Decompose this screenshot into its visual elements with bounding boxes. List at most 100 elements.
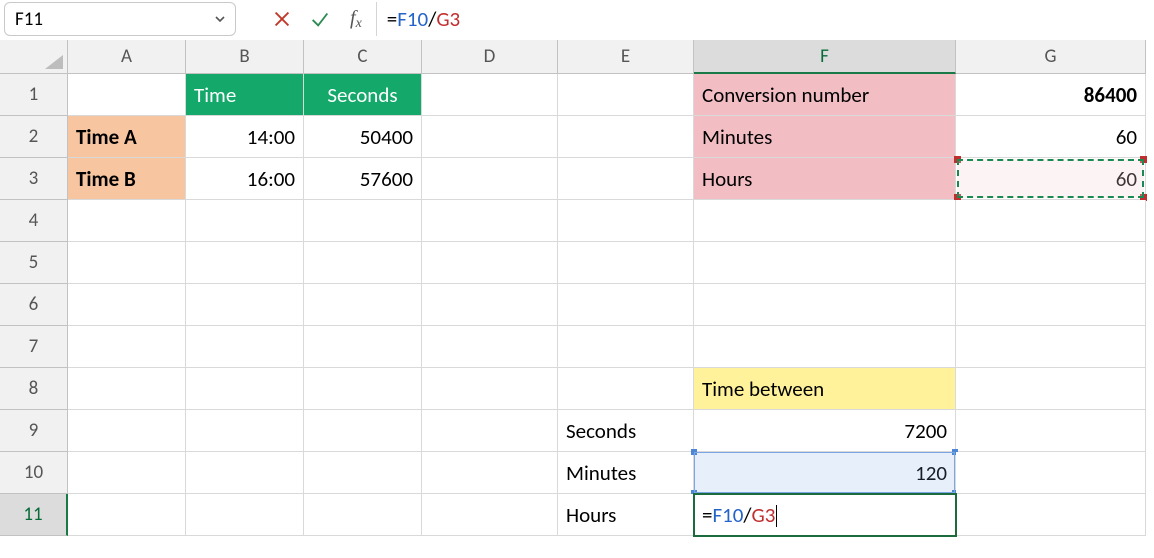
cell-f2[interactable]: Minutes xyxy=(694,116,956,158)
cell-d11[interactable] xyxy=(422,494,558,536)
cell-f6[interactable] xyxy=(694,284,956,326)
cell-a4[interactable] xyxy=(68,200,186,242)
cell-e6[interactable] xyxy=(558,284,694,326)
cell-b11[interactable] xyxy=(186,494,304,536)
cell-g5[interactable] xyxy=(956,242,1146,284)
cell-g7[interactable] xyxy=(956,326,1146,368)
cell-e4[interactable] xyxy=(558,200,694,242)
cell-c8[interactable] xyxy=(304,368,422,410)
cell-g8[interactable] xyxy=(956,368,1146,410)
formula-input[interactable]: =F10/G3 xyxy=(376,2,1150,36)
cell-d3[interactable] xyxy=(422,158,558,200)
cell-f5[interactable] xyxy=(694,242,956,284)
cell-d9[interactable] xyxy=(422,410,558,452)
cell-b4[interactable] xyxy=(186,200,304,242)
select-all-corner[interactable] xyxy=(0,40,68,74)
cell-a5[interactable] xyxy=(68,242,186,284)
cell-e10[interactable]: Minutes xyxy=(558,452,694,494)
col-header-f[interactable]: F xyxy=(694,40,956,74)
cell-c1[interactable]: Seconds xyxy=(304,74,422,116)
cell-d10[interactable] xyxy=(422,452,558,494)
cell-a7[interactable] xyxy=(68,326,186,368)
cell-g1[interactable]: 86400 xyxy=(956,74,1146,116)
cell-e3[interactable] xyxy=(558,158,694,200)
row-header-2[interactable]: 2 xyxy=(0,116,68,158)
cell-g6[interactable] xyxy=(956,284,1146,326)
cell-d8[interactable] xyxy=(422,368,558,410)
spreadsheet-grid[interactable]: A B C D E F G 1 Time Seconds Conversion … xyxy=(0,40,1154,536)
cell-c6[interactable] xyxy=(304,284,422,326)
fx-icon[interactable]: fx xyxy=(342,7,370,32)
cell-c9[interactable] xyxy=(304,410,422,452)
cell-f4[interactable] xyxy=(694,200,956,242)
col-header-b[interactable]: B xyxy=(186,40,304,74)
cell-g2[interactable]: 60 xyxy=(956,116,1146,158)
cell-b7[interactable] xyxy=(186,326,304,368)
row-header-7[interactable]: 7 xyxy=(0,326,68,368)
col-header-a[interactable]: A xyxy=(68,40,186,74)
cell-b6[interactable] xyxy=(186,284,304,326)
cell-a1[interactable] xyxy=(68,74,186,116)
cell-c3[interactable]: 57600 xyxy=(304,158,422,200)
cell-c4[interactable] xyxy=(304,200,422,242)
row-header-6[interactable]: 6 xyxy=(0,284,68,326)
cell-e1[interactable] xyxy=(558,74,694,116)
cell-a9[interactable] xyxy=(68,410,186,452)
cell-a8[interactable] xyxy=(68,368,186,410)
cell-f1[interactable]: Conversion number xyxy=(694,74,956,116)
row-header-1[interactable]: 1 xyxy=(0,74,68,116)
cell-b9[interactable] xyxy=(186,410,304,452)
cell-a10[interactable] xyxy=(68,452,186,494)
row-header-3[interactable]: 3 xyxy=(0,158,68,200)
cell-e7[interactable] xyxy=(558,326,694,368)
cell-b5[interactable] xyxy=(186,242,304,284)
row-header-11[interactable]: 11 xyxy=(0,494,68,536)
cell-c7[interactable] xyxy=(304,326,422,368)
cell-b8[interactable] xyxy=(186,368,304,410)
cell-a6[interactable] xyxy=(68,284,186,326)
cell-f10[interactable]: 120 xyxy=(694,452,956,494)
cell-e5[interactable] xyxy=(558,242,694,284)
cell-b2[interactable]: 14:00 xyxy=(186,116,304,158)
row-header-4[interactable]: 4 xyxy=(0,200,68,242)
cell-d1[interactable] xyxy=(422,74,558,116)
cell-c10[interactable] xyxy=(304,452,422,494)
col-header-d[interactable]: D xyxy=(422,40,558,74)
cell-c5[interactable] xyxy=(304,242,422,284)
cell-a2[interactable]: Time A xyxy=(68,116,186,158)
cell-g3[interactable]: 60 xyxy=(956,158,1146,200)
cell-a11[interactable] xyxy=(68,494,186,536)
cell-f3[interactable]: Hours xyxy=(694,158,956,200)
cell-d6[interactable] xyxy=(422,284,558,326)
cell-g11[interactable] xyxy=(956,494,1146,536)
cell-d2[interactable] xyxy=(422,116,558,158)
cell-c11[interactable] xyxy=(304,494,422,536)
confirm-button[interactable] xyxy=(304,3,336,35)
cell-b3[interactable]: 16:00 xyxy=(186,158,304,200)
cell-f8[interactable]: Time between xyxy=(694,368,956,410)
cell-g10[interactable] xyxy=(956,452,1146,494)
row-header-8[interactable]: 8 xyxy=(0,368,68,410)
cell-e9[interactable]: Seconds xyxy=(558,410,694,452)
chevron-down-icon[interactable] xyxy=(213,12,227,26)
cell-d5[interactable] xyxy=(422,242,558,284)
cell-e8[interactable] xyxy=(558,368,694,410)
col-header-g[interactable]: G xyxy=(956,40,1146,74)
cell-a3[interactable]: Time B xyxy=(68,158,186,200)
cell-e11[interactable]: Hours xyxy=(558,494,694,536)
cell-f7[interactable] xyxy=(694,326,956,368)
cell-e2[interactable] xyxy=(558,116,694,158)
cell-f11[interactable]: =F10/G3 xyxy=(694,494,956,536)
col-header-e[interactable]: E xyxy=(558,40,694,74)
name-box[interactable]: F11 xyxy=(4,2,236,36)
row-header-10[interactable]: 10 xyxy=(0,452,68,494)
cell-b1[interactable]: Time xyxy=(186,74,304,116)
cell-g4[interactable] xyxy=(956,200,1146,242)
col-header-c[interactable]: C xyxy=(304,40,422,74)
cancel-button[interactable] xyxy=(266,3,298,35)
cell-g9[interactable] xyxy=(956,410,1146,452)
cell-c2[interactable]: 50400 xyxy=(304,116,422,158)
cell-f9[interactable]: 7200 xyxy=(694,410,956,452)
cell-b10[interactable] xyxy=(186,452,304,494)
row-header-9[interactable]: 9 xyxy=(0,410,68,452)
